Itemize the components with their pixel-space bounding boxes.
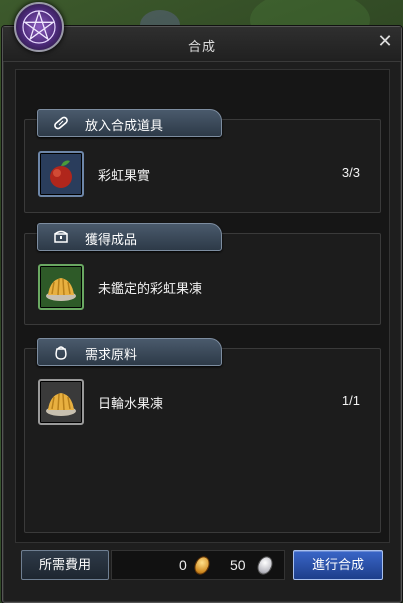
input-item-section: 放入合成道具 彩虹果實 3/3 [24,109,381,213]
confirm-craft-button[interactable]: 進行合成 [293,550,383,580]
fee-label: 所需費用 [21,550,109,580]
jelly-icon[interactable] [38,379,84,425]
section-label: 放入合成道具 [85,118,164,133]
item-name: 未鑑定的彩虹果凍 [98,281,203,296]
fee-display: 0 50 [111,550,285,580]
crafting-content: 放入合成道具 彩虹果實 3/3 獲得成品 未鑑定的彩虹果凍 需求原料 日輪水果凍… [15,69,390,543]
pentagram-emblem-icon [14,2,64,52]
item-name: 彩虹果實 [98,168,151,183]
rainbow-fruit-icon[interactable] [38,151,84,197]
item-count: 3/3 [341,165,360,180]
bandage-icon [52,114,70,132]
jelly-icon[interactable] [38,264,84,310]
input-item-row[interactable]: 彩虹果實 3/3 [25,147,380,197]
gold-amount: 0 [179,557,187,573]
silver-coin-icon [254,553,276,578]
item-count: 1/1 [341,393,360,408]
pouch-icon [52,343,70,361]
materials-section: 需求原料 日輪水果凍 1/1 [24,338,381,533]
section-label: 需求原料 [85,347,138,362]
silver-amount: 50 [230,557,246,573]
section-label: 獲得成品 [85,232,138,247]
chest-icon [52,228,70,246]
footer-bar: 所需費用 0 50 進行合成 [15,550,388,584]
output-item-section: 獲得成品 未鑑定的彩虹果凍 [24,223,381,325]
material-item-row[interactable]: 日輪水果凍 1/1 [25,375,380,425]
close-button[interactable]: ✕ [377,32,393,50]
item-name: 日輪水果凍 [98,396,164,411]
section-header: 需求原料 [37,338,222,366]
output-item-row[interactable]: 未鑑定的彩虹果凍 [25,260,380,310]
section-header: 放入合成道具 [37,109,222,137]
window-title: 合成 [187,39,216,54]
gold-coin-icon [191,553,213,578]
crafting-window: 合成 ✕ 放入合成道具 彩虹果實 3/3 獲得成品 未鑑定的彩虹果凍 需求原料 … [2,26,402,603]
section-header: 獲得成品 [37,223,222,251]
